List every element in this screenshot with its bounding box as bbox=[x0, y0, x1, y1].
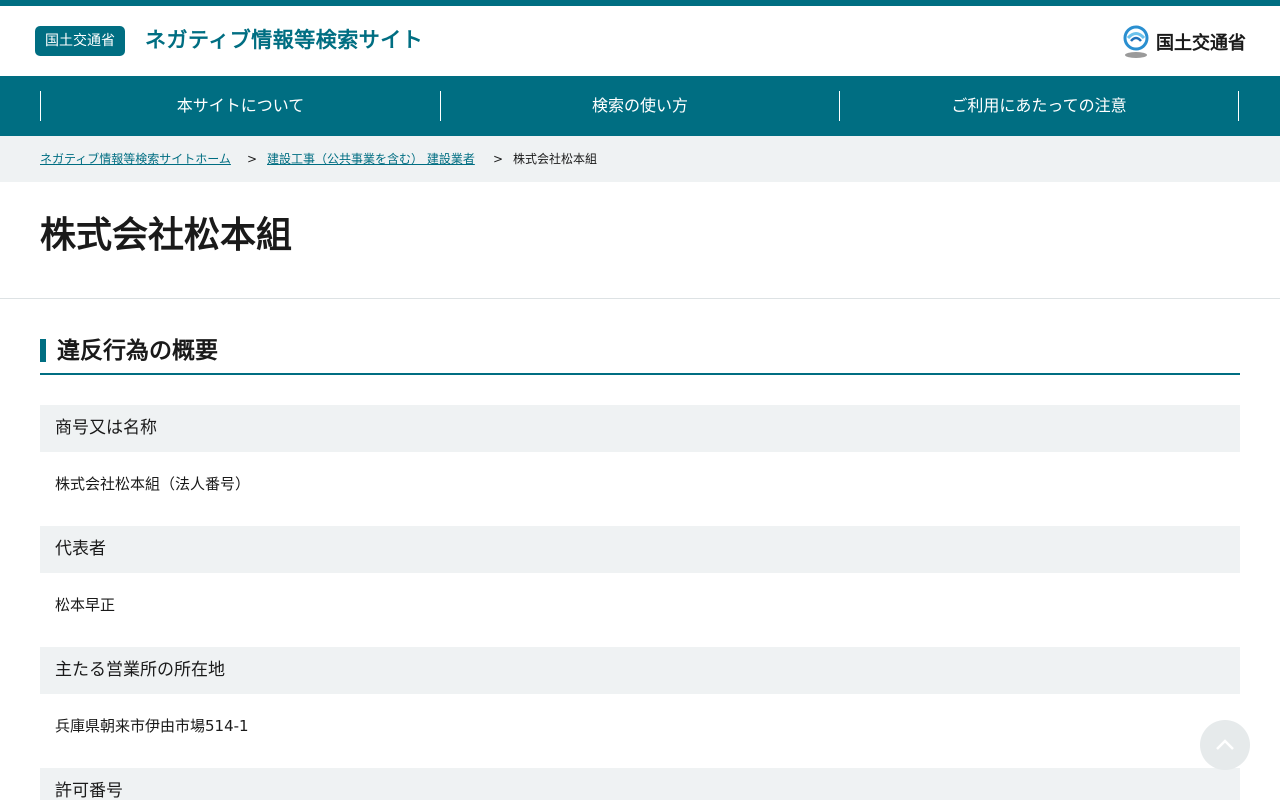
field-label-permit-number: 許可番号 bbox=[40, 768, 1240, 800]
section-heading-marker bbox=[40, 339, 46, 362]
field-value-main-office: 兵庫県朝来市伊由市場514-1 bbox=[55, 717, 249, 735]
breadcrumb-separator: > bbox=[247, 152, 258, 166]
title-divider bbox=[0, 298, 1280, 299]
breadcrumb-home: ネガティブ情報等検索サイトホーム bbox=[40, 152, 231, 166]
breadcrumb-separator: > bbox=[493, 152, 504, 166]
field-label-trade-name: 商号又は名称 bbox=[40, 405, 1240, 452]
breadcrumb-home-link[interactable]: ネガティブ情報等検索サイトホーム bbox=[40, 152, 231, 166]
breadcrumb-category: 建設工事（公共事業を含む） 建設業者 bbox=[267, 152, 475, 166]
breadcrumb-category-link[interactable]: 建設工事（公共事業を含む） 建設業者 bbox=[267, 152, 475, 166]
section-heading-text: 違反行為の概要 bbox=[57, 338, 218, 364]
field-value-trade-name: 株式会社松本組（法人番号） bbox=[55, 475, 251, 493]
breadcrumb-current: 株式会社松本組 bbox=[513, 152, 598, 166]
nav-divider bbox=[1238, 91, 1239, 121]
section-heading: 違反行為の概要 bbox=[40, 336, 1240, 375]
site-header: 国土交通省 ネガティブ情報等検索サイト 国土交通省 bbox=[0, 6, 1280, 76]
ministry-logo-text: 国土交通省 bbox=[1156, 33, 1246, 54]
ministry-logo[interactable]: 国土交通省 bbox=[1122, 24, 1246, 60]
nav-item-how-to-search[interactable]: 検索の使い方 bbox=[441, 91, 839, 121]
chevron-up-icon bbox=[1216, 739, 1234, 750]
page-title: 株式会社松本組 bbox=[40, 215, 293, 256]
field-label-main-office: 主たる営業所の所在地 bbox=[40, 647, 1240, 694]
field-label-representative: 代表者 bbox=[40, 526, 1240, 573]
field-label-text: 主たる営業所の所在地 bbox=[55, 660, 225, 680]
field-value-representative: 松本早正 bbox=[55, 596, 116, 614]
site-title[interactable]: ネガティブ情報等検索サイト bbox=[145, 25, 423, 55]
breadcrumb: ネガティブ情報等検索サイトホーム > 建設工事（公共事業を含む） 建設業者 > … bbox=[0, 136, 1280, 182]
nav-item-notes[interactable]: ご利用にあたっての注意 bbox=[840, 91, 1238, 121]
field-label-text: 代表者 bbox=[55, 539, 106, 559]
global-nav: 本サイトについて 検索の使い方 ご利用にあたっての注意 bbox=[0, 76, 1280, 136]
ministry-logo-icon bbox=[1122, 25, 1150, 59]
field-label-text: 許可番号 bbox=[55, 781, 123, 800]
back-to-top-button[interactable] bbox=[1200, 720, 1250, 770]
nav-item-about[interactable]: 本サイトについて bbox=[41, 91, 440, 121]
field-label-text: 商号又は名称 bbox=[55, 418, 157, 438]
ministry-badge[interactable]: 国土交通省 bbox=[35, 26, 125, 56]
